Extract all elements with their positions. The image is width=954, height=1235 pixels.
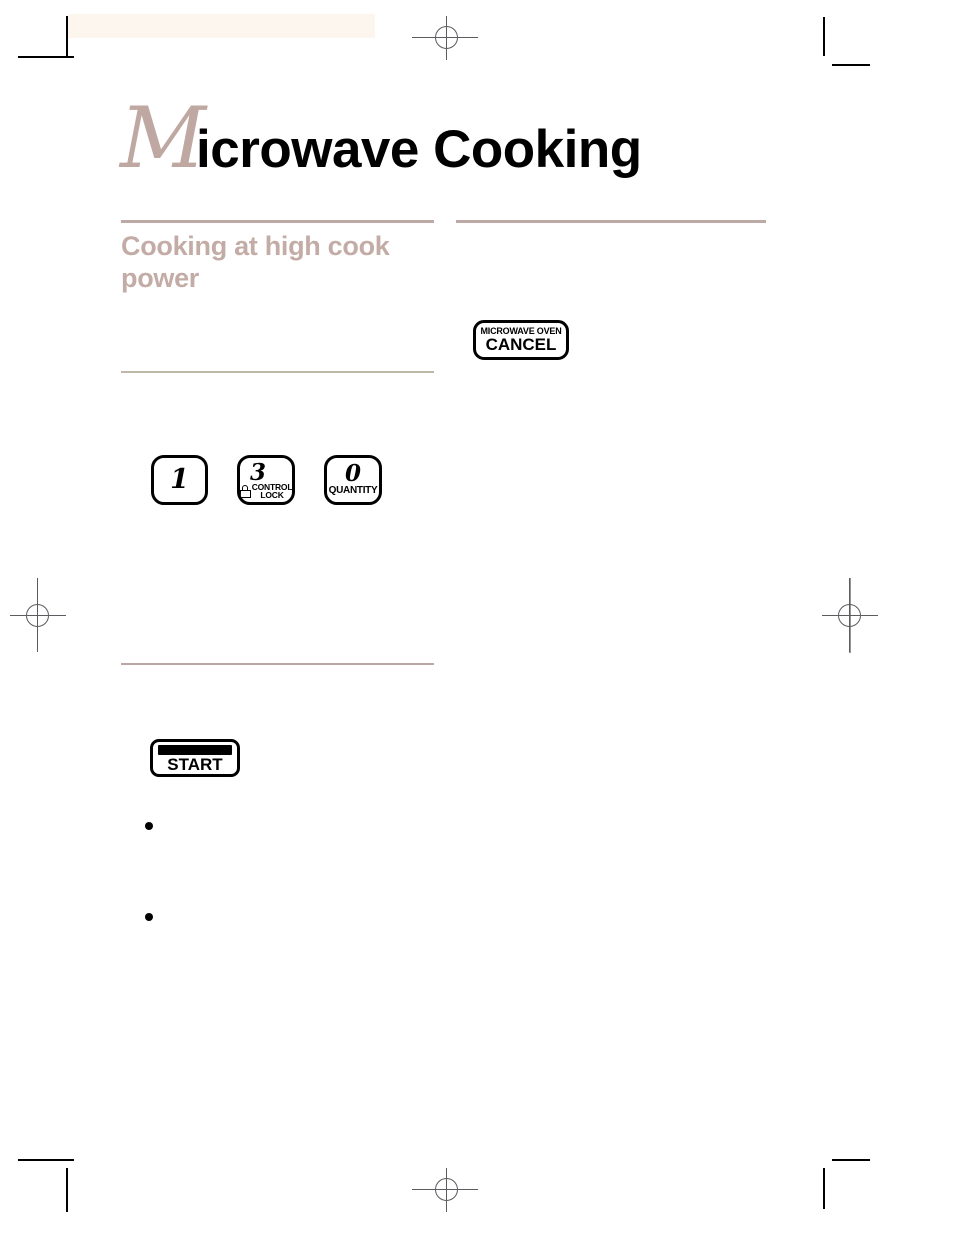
registration-circle xyxy=(26,604,49,627)
registration-vertical-line xyxy=(446,16,447,60)
page-title: Microwave Cooking xyxy=(120,96,642,180)
registration-mark-left-middle xyxy=(10,578,66,652)
crop-mark-top-right-vertical xyxy=(823,17,825,56)
padlock-icon xyxy=(240,484,251,498)
registration-mark-top-center xyxy=(412,12,478,64)
crop-mark-top-left-vertical xyxy=(66,16,68,58)
control-lock-label-line2: LOCK xyxy=(260,490,284,501)
keypad-button-0-digit: 0 xyxy=(344,460,361,487)
registration-vertical-line xyxy=(37,578,38,652)
crop-mark-bottom-left-vertical xyxy=(66,1168,68,1212)
registration-vertical-line xyxy=(446,1168,447,1212)
crop-mark-top-left-horizontal xyxy=(18,56,74,58)
crop-mark-bottom-right-vertical xyxy=(823,1168,825,1209)
keypad-button-1-digit: 1 xyxy=(170,464,189,495)
crop-mark-top-right-horizontal xyxy=(832,64,870,66)
rule-above-section-heading xyxy=(121,220,434,223)
keypad-button-3-control-lock[interactable]: 3 CONTROL LOCK xyxy=(237,455,295,505)
trim-line-right xyxy=(849,578,851,653)
registration-horizontal-line xyxy=(10,615,66,616)
bullet-point-2 xyxy=(145,913,153,921)
section-heading: Cooking at high cook power xyxy=(121,231,390,293)
registration-horizontal-line xyxy=(412,1189,478,1190)
rule-lower-divider xyxy=(121,663,434,665)
document-page: Microwave Cooking Cooking at high cook p… xyxy=(0,0,954,1235)
microwave-oven-cancel-button[interactable]: MICROWAVE OVEN CANCEL xyxy=(473,320,569,360)
registration-circle xyxy=(435,1178,458,1201)
registration-mark-bottom-center xyxy=(412,1164,478,1216)
control-lock-labels: CONTROL LOCK xyxy=(252,483,292,501)
keypad-button-3-digit: 3 xyxy=(249,459,266,486)
keypad-button-0-quantity[interactable]: 0 QUANTITY xyxy=(324,455,382,505)
ivory-header-bar xyxy=(68,14,375,38)
rule-olive-divider xyxy=(121,371,434,373)
rule-right-column-top xyxy=(456,220,766,223)
start-button[interactable]: START xyxy=(150,739,240,777)
keypad-button-1[interactable]: 1 xyxy=(151,455,208,505)
crop-mark-bottom-right-horizontal xyxy=(832,1159,870,1161)
start-button-label: START xyxy=(167,755,223,774)
bullet-point-1 xyxy=(145,822,153,830)
quantity-label: QUANTITY xyxy=(328,485,378,496)
cancel-button-main-label: CANCEL xyxy=(485,335,557,354)
start-indicator-bar xyxy=(158,745,232,755)
registration-horizontal-line xyxy=(412,37,478,38)
control-lock-row: CONTROL LOCK xyxy=(240,483,292,500)
registration-circle xyxy=(435,26,458,49)
page-title-drop-cap: M xyxy=(120,89,206,187)
page-title-text: icrowave Cooking xyxy=(196,120,642,179)
crop-mark-bottom-left-horizontal xyxy=(18,1159,74,1161)
